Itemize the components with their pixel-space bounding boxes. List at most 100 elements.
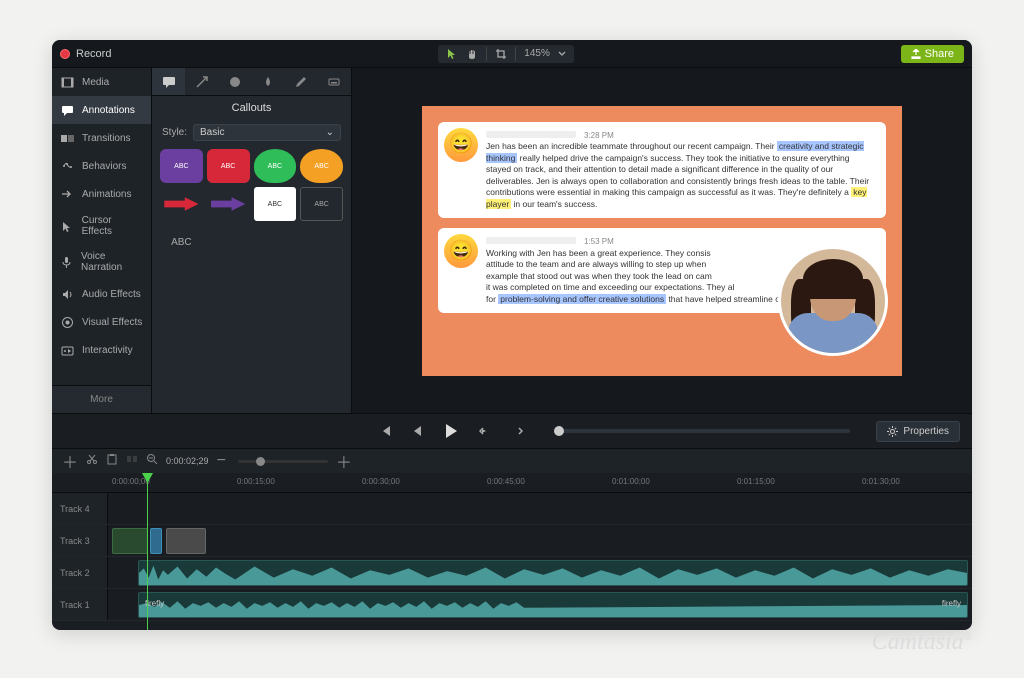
tab-shapes[interactable] [218,68,251,95]
callout-rect-white[interactable]: ABC [254,187,297,221]
cut-button[interactable] [86,452,98,470]
timecode: 0:00:02;29 [166,456,209,466]
sidebar-item-annotations[interactable]: Annotations [52,96,151,124]
sidebar-item-voice-narration[interactable]: Voice Narration [52,244,151,280]
sidebar-item-audio-effects[interactable]: Audio Effects [52,280,151,308]
playhead[interactable] [147,473,148,630]
app-window: Record 145% Share Media Annotations Tran… [52,40,972,630]
preview-canvas[interactable]: 😄 3:28 PM Jen has been an incredible tea… [352,68,972,413]
media-icon [60,75,74,89]
tab-sketch[interactable] [285,68,318,95]
panel-tabs [152,68,351,96]
zoom-minus-button[interactable]: − [217,452,226,470]
sidebar-item-label: Voice Narration [81,251,143,273]
clip[interactable] [112,528,148,554]
share-label: Share [925,48,954,60]
track-label: Track 4 [52,493,108,524]
zoom-percent[interactable]: 145% [524,48,550,59]
scrubber-handle[interactable] [554,426,564,436]
ruler-tick: 0:00:15;00 [237,477,275,486]
droplet-icon [261,75,275,89]
callout-speech-red[interactable]: ABC [207,149,250,183]
sidebar-item-label: Transitions [82,133,131,144]
scissors-icon [86,453,98,465]
ruler-tick: 0:00:00;00 [112,477,150,486]
canvas-tools: 145% [438,45,574,63]
sidebar-item-cursor-effects[interactable]: Cursor Effects [52,208,151,244]
record-label: Record [76,48,111,60]
audio-icon [60,287,74,301]
play-button[interactable] [438,418,464,444]
sidebar-more-button[interactable]: More [52,385,151,413]
record-button[interactable]: Record [60,48,111,60]
track-content[interactable] [108,525,972,556]
sidebar-item-media[interactable]: Media [52,68,151,96]
zoom-handle[interactable] [256,457,265,466]
interactivity-icon [60,343,74,357]
paste-button[interactable] [106,452,118,470]
track-content[interactable] [108,557,972,588]
properties-button[interactable]: Properties [876,421,960,442]
sidebar-item-transitions[interactable]: Transitions [52,124,151,152]
style-label: Style: [162,127,187,138]
scrubber[interactable] [554,429,850,433]
next-button[interactable] [506,420,528,442]
arrow-icon [195,75,209,89]
sender-redacted [486,131,576,138]
track-label: Track 2 [52,557,108,588]
sidebar-item-label: Cursor Effects [82,215,143,237]
sidebar-item-visual-effects[interactable]: Visual Effects [52,308,151,336]
cursor-effects-icon [60,219,74,233]
message-time: 3:28 PM [584,131,614,140]
step-forward-button[interactable] [474,420,496,442]
sidebar-item-label: Animations [82,189,131,200]
zoom-plus-button[interactable]: ＋ [336,449,352,473]
callout-speech-purple[interactable]: ABC [160,149,203,183]
tab-keystroke[interactable] [318,68,351,95]
highlight-blue: problem-solving and offer creative solut… [498,294,666,304]
webcam-overlay [778,246,888,356]
callout-cloud-orange[interactable]: ABC [300,149,343,183]
track-4[interactable]: Track 4 [52,493,972,525]
share-button[interactable]: Share [901,45,964,63]
callout-cloud-green[interactable]: ABC [254,149,297,183]
prev-button[interactable] [374,420,396,442]
track-2[interactable]: Track 2 [52,557,972,589]
add-track-button[interactable]: ＋ [62,449,78,473]
zoom-out-button[interactable] [146,452,158,470]
audio-clip[interactable] [138,560,968,586]
sender-redacted [486,237,576,244]
track-3[interactable]: Track 3 [52,525,972,557]
sidebar-item-interactivity[interactable]: Interactivity [52,336,151,364]
tab-callouts[interactable] [152,68,185,95]
sidebar-item-behaviors[interactable]: Behaviors [52,152,151,180]
hand-icon[interactable] [466,48,478,60]
track-1[interactable]: Track 1 firefly firefly [52,589,972,621]
tab-arrows[interactable] [185,68,218,95]
ruler-tick: 0:01:00;00 [612,477,650,486]
callout-arrow-red[interactable] [160,187,203,221]
timeline-ruler[interactable]: 0:00:00;00 0:00:15;00 0:00:30;00 0:00:45… [52,473,972,493]
tab-blur[interactable] [252,68,285,95]
cursor-icon[interactable] [446,48,458,60]
timeline-zoom-slider[interactable] [238,460,328,463]
track-label: Track 1 [52,589,108,620]
split-button[interactable] [126,452,138,470]
step-back-button[interactable] [406,420,428,442]
clip-callout[interactable] [166,528,206,554]
callout-arrow-purple[interactable] [207,187,250,221]
callout-text-plain[interactable]: ABC [160,225,203,259]
audio-clip-firefly[interactable]: firefly firefly [138,592,968,618]
behaviors-icon [60,159,74,173]
style-select[interactable]: Basic ⌄ [193,124,341,141]
split-icon [126,453,138,465]
callout-rect-outline[interactable]: ABC [300,187,343,221]
chevron-down-icon[interactable] [558,50,566,58]
track-content[interactable]: firefly firefly [108,589,972,620]
sidebar-item-animations[interactable]: Animations [52,180,151,208]
track-content[interactable] [108,493,972,524]
clip[interactable] [150,528,162,554]
transitions-icon [60,131,74,145]
ruler-tick: 0:01:15;00 [737,477,775,486]
crop-icon[interactable] [495,48,507,60]
